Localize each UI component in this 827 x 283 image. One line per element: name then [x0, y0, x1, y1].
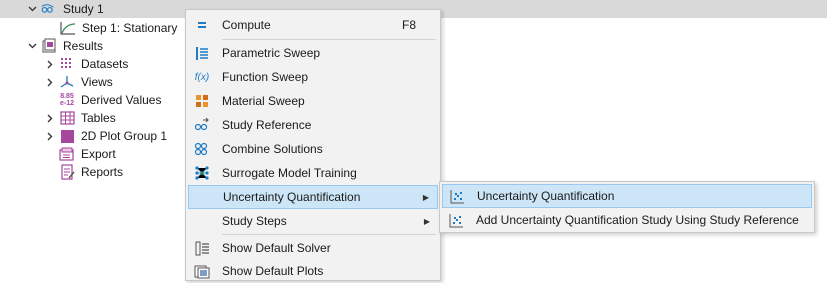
- blank-icon: [194, 213, 210, 229]
- study-reference-icon: [194, 117, 210, 133]
- menu-label-show-default-plots: Show Default Plots: [222, 264, 324, 278]
- menu-label-study-reference: Study Reference: [222, 118, 312, 132]
- material-sweep-icon: [194, 93, 210, 109]
- chevron-right-icon[interactable]: [44, 55, 56, 73]
- parametric-sweep-icon: [194, 45, 210, 61]
- chevron-right-icon[interactable]: [44, 127, 56, 145]
- tree-label-tables: Tables: [81, 111, 116, 125]
- default-plots-icon: [194, 263, 210, 279]
- submenu-item-add-uq-study[interactable]: Add Uncertainty Quantification Study Usi…: [442, 208, 812, 232]
- datasets-icon: [59, 56, 75, 72]
- tree-item-step-stationary[interactable]: Step 1: Stationary: [60, 19, 177, 37]
- tree-label-plot-group: 2D Plot Group 1: [81, 129, 168, 143]
- menu-item-study-reference[interactable]: Study Reference: [188, 113, 438, 137]
- menu-item-parametric-sweep[interactable]: Parametric Sweep: [188, 41, 438, 65]
- menu-label-surrogate-model-training: Surrogate Model Training: [222, 166, 357, 180]
- submenu-arrow-icon: ▶: [423, 216, 430, 226]
- blank-icon: [195, 189, 211, 205]
- menu-item-material-sweep[interactable]: Material Sweep: [188, 89, 438, 113]
- export-icon: [59, 146, 75, 162]
- uncertainty-quantification-icon: [449, 188, 465, 204]
- compute-icon: [194, 17, 210, 33]
- derived-values-icon-text: 8.85 e-12: [59, 93, 74, 107]
- table-icon: [59, 110, 75, 126]
- tree-item-datasets[interactable]: Datasets: [44, 55, 128, 73]
- menu-label-material-sweep: Material Sweep: [222, 94, 305, 108]
- menu-item-show-default-plots[interactable]: Show Default Plots: [188, 259, 438, 283]
- tree-label-step: Step 1: Stationary: [82, 21, 178, 35]
- tree-label-reports: Reports: [81, 165, 124, 179]
- tree-label-derived-values: Derived Values: [81, 93, 162, 107]
- menu-item-function-sweep[interactable]: f(x) Function Sweep: [188, 65, 438, 89]
- uncertainty-quantification-submenu: Uncertainty Quantification Add Uncertain…: [439, 181, 815, 233]
- surrogate-model-icon: [194, 165, 210, 181]
- default-solver-icon: [194, 240, 210, 256]
- tree-item-views[interactable]: Views: [44, 73, 113, 91]
- report-icon: [59, 164, 75, 180]
- menu-label-function-sweep: Function Sweep: [222, 70, 309, 84]
- function-sweep-icon: f(x): [194, 69, 210, 85]
- study-icon: [41, 1, 57, 17]
- submenu-label-add-uq: Add Uncertainty Quantification Study Usi…: [476, 213, 799, 227]
- chevron-right-icon[interactable]: [44, 109, 56, 127]
- shortcut-compute: F8: [401, 18, 416, 32]
- tree-item-results[interactable]: Results: [26, 37, 103, 55]
- function-sweep-icon-text: f(x): [194, 71, 210, 83]
- tree-label-views: Views: [81, 75, 113, 89]
- tree-label-results: Results: [63, 39, 104, 53]
- menu-item-show-default-solver[interactable]: Show Default Solver: [188, 236, 438, 260]
- chevron-right-icon[interactable]: [44, 73, 56, 91]
- menu-item-study-steps[interactable]: Study Steps ▶: [188, 209, 438, 233]
- combine-solutions-icon: [194, 141, 210, 157]
- menu-label-show-default-solver: Show Default Solver: [222, 241, 331, 255]
- tree-item-tables[interactable]: Tables: [44, 109, 116, 127]
- tree-label-study: Study 1: [63, 2, 104, 16]
- tree-item-plot-group[interactable]: 2D Plot Group 1: [44, 127, 167, 145]
- tree-item-reports[interactable]: Reports: [59, 163, 123, 181]
- menu-item-surrogate-model-training[interactable]: Surrogate Model Training: [188, 161, 438, 185]
- menu-label-parametric-sweep: Parametric Sweep: [222, 46, 321, 60]
- submenu-item-uncertainty-quantification[interactable]: Uncertainty Quantification: [442, 184, 812, 208]
- results-icon: [41, 38, 57, 54]
- submenu-label-uq: Uncertainty Quantification: [477, 189, 615, 203]
- menu-separator: [222, 234, 436, 235]
- menu-label-combine-solutions: Combine Solutions: [222, 142, 323, 156]
- views-icon: [59, 74, 75, 90]
- tree-item-derived-values[interactable]: 8.85 e-12 Derived Values: [59, 91, 162, 109]
- chevron-down-icon[interactable]: [26, 37, 38, 55]
- tree-label-export: Export: [81, 147, 116, 161]
- menu-label-uncertainty-quantification: Uncertainty Quantification: [223, 190, 361, 204]
- uncertainty-quantification-icon: [448, 212, 464, 228]
- menu-separator: [222, 39, 436, 40]
- chevron-down-icon[interactable]: [26, 0, 38, 18]
- tree-item-study[interactable]: Study 1: [26, 0, 104, 18]
- stationary-step-icon: [60, 20, 76, 36]
- menu-item-combine-solutions[interactable]: Combine Solutions: [188, 137, 438, 161]
- study-context-menu: Compute F8 Parametric Sweep f(x) Functio…: [185, 9, 441, 281]
- tree-item-export[interactable]: Export: [59, 145, 116, 163]
- derived-values-icon: 8.85 e-12: [59, 92, 75, 108]
- menu-item-uncertainty-quantification[interactable]: Uncertainty Quantification ▶: [188, 185, 438, 209]
- menu-label-compute: Compute: [222, 18, 271, 32]
- menu-label-study-steps: Study Steps: [222, 214, 287, 228]
- submenu-arrow-icon: ▶: [422, 192, 429, 202]
- tree-label-datasets: Datasets: [81, 57, 129, 71]
- plot-group-icon: [59, 128, 75, 144]
- menu-item-compute[interactable]: Compute F8: [188, 13, 438, 37]
